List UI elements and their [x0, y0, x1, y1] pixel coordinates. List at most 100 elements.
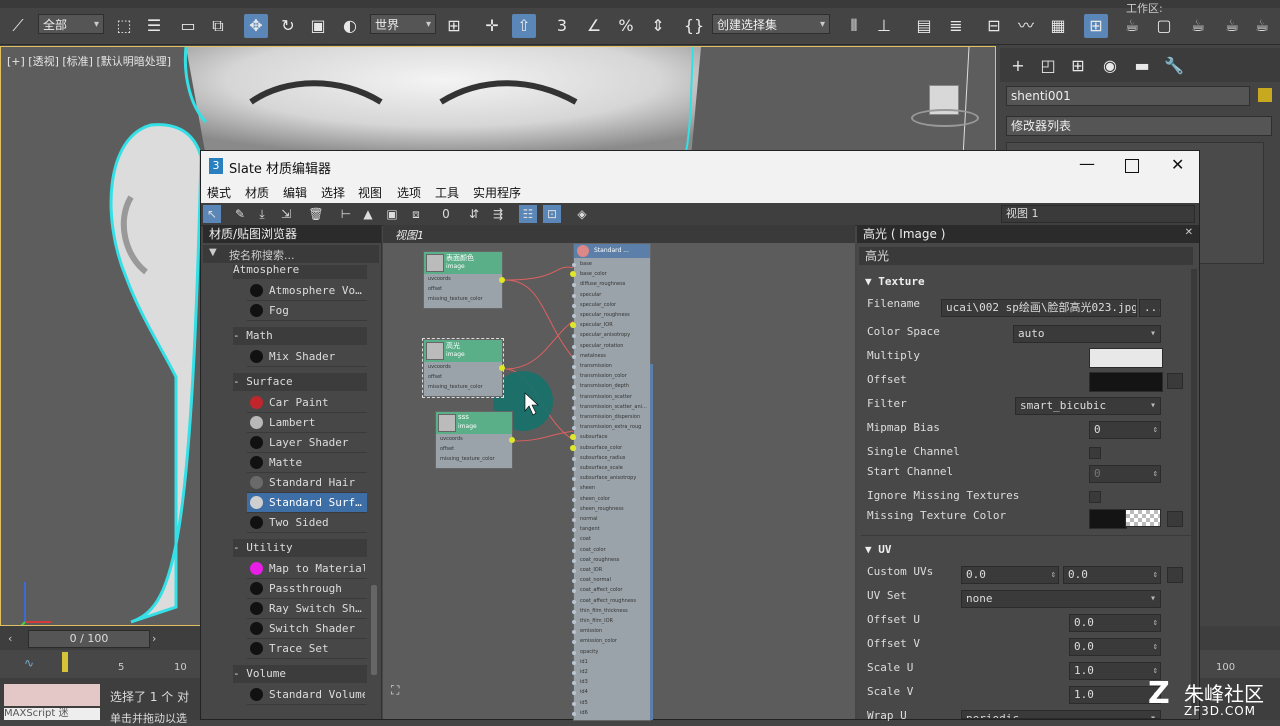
manipulate-icon[interactable]: ✛: [480, 14, 504, 38]
input-port[interactable]: specular_rotation: [580, 343, 623, 349]
show-map-icon[interactable]: ▣: [383, 205, 401, 223]
layer-explorer-icon[interactable]: ▤: [912, 14, 936, 38]
timeline-next-icon[interactable]: ›: [152, 632, 164, 646]
utilities-tab-icon[interactable]: 🔧: [1162, 54, 1186, 78]
input-port-icon[interactable]: [572, 293, 576, 298]
input-port[interactable]: base_color: [580, 271, 607, 277]
input-port[interactable]: metalness: [580, 353, 606, 359]
multiply-color-swatch[interactable]: [1089, 348, 1163, 368]
input-port[interactable]: id1: [580, 659, 588, 665]
delete-icon[interactable]: 🗑: [307, 205, 325, 223]
menu-select[interactable]: 选择: [321, 184, 345, 201]
schematic-view-icon[interactable]: ⊟: [982, 14, 1006, 38]
search-options-icon[interactable]: ▼: [209, 247, 217, 258]
menu-mode[interactable]: 模式: [207, 184, 231, 201]
input-port-icon[interactable]: [572, 528, 576, 533]
input-port-icon[interactable]: [572, 314, 576, 318]
input-port[interactable]: coat_IOR: [580, 567, 602, 573]
input-port[interactable]: opacity: [580, 649, 598, 655]
minimize-icon[interactable]: —: [1079, 154, 1095, 173]
maximize-icon[interactable]: [1125, 159, 1139, 173]
modify-tab-icon[interactable]: ◰: [1036, 54, 1060, 78]
node-port[interactable]: offset: [428, 286, 442, 292]
pivot-icon[interactable]: ⊞: [442, 14, 466, 38]
timeline-prev-icon[interactable]: ‹: [8, 632, 20, 646]
input-port[interactable]: transmission: [580, 363, 612, 369]
scale-icon[interactable]: ▣: [306, 14, 330, 38]
node-header[interactable]: sss image: [436, 412, 512, 434]
input-port[interactable]: sheen: [580, 485, 595, 491]
uv-set-dropdown[interactable]: none: [961, 590, 1161, 608]
input-port-icon[interactable]: [572, 518, 576, 522]
input-port-icon[interactable]: [572, 620, 576, 624]
image-node[interactable]: sss image uvcoords offset missing_texture_co…: [435, 411, 515, 469]
filter-dropdown[interactable]: smart_bicubic: [1015, 397, 1161, 415]
input-port-icon[interactable]: [572, 395, 576, 400]
input-port-icon[interactable]: [572, 609, 576, 614]
percent-snap-icon[interactable]: %: [614, 14, 638, 38]
input-port-icon[interactable]: [572, 354, 576, 359]
browser-item[interactable]: Switch Shader: [247, 619, 367, 639]
render-production-icon[interactable]: ☕: [1186, 14, 1210, 38]
input-port-icon[interactable]: [572, 375, 576, 380]
browser-item[interactable]: Map to Material: [247, 559, 367, 579]
render-active-icon[interactable]: ☕: [1220, 14, 1244, 38]
custom-uvs-map-button[interactable]: [1167, 567, 1183, 583]
menu-options[interactable]: 选项: [397, 184, 421, 201]
input-port[interactable]: transmission_scatter_ani...: [580, 404, 647, 410]
input-port[interactable]: transmission_depth: [580, 383, 629, 389]
input-port-icon[interactable]: [572, 599, 576, 604]
standard-surface-node[interactable]: Standard ... base base_color diffuse_roughn…: [570, 243, 653, 721]
input-port-icon[interactable]: [572, 497, 576, 502]
missing-color-swatch[interactable]: [1089, 509, 1127, 529]
input-port-icon[interactable]: [572, 344, 576, 349]
offset-map-button[interactable]: [1167, 373, 1183, 389]
navigation-icon[interactable]: ⛶: [391, 683, 415, 703]
node-port[interactable]: uvcoords: [428, 276, 451, 282]
node-header[interactable]: Standard ...: [574, 244, 650, 258]
ribbon-icon[interactable]: ≣: [944, 14, 968, 38]
browser-category[interactable]: - Volume: [233, 665, 367, 683]
image-node[interactable]: 高光 image uvcoords offset missing_texture_col…: [422, 338, 505, 398]
input-port-icon[interactable]: [572, 385, 576, 390]
input-port-icon[interactable]: [572, 711, 576, 716]
mipmap-bias-spinner[interactable]: 0: [1089, 421, 1161, 439]
browser-category[interactable]: Atmosphere: [233, 265, 367, 279]
browser-search[interactable]: ▼ 按名称搜索...: [203, 245, 379, 263]
select-tool-icon[interactable]: ↖: [203, 205, 221, 223]
curve-icon[interactable]: ∿: [24, 656, 34, 670]
start-channel-spinner[interactable]: 0: [1089, 465, 1161, 483]
input-port[interactable]: id2: [580, 669, 588, 675]
input-port[interactable]: subsurface_color: [580, 445, 622, 451]
input-port[interactable]: transmission_dispersion: [580, 414, 640, 420]
node-port[interactable]: uvcoords: [428, 364, 451, 370]
input-port-icon[interactable]: [572, 405, 576, 410]
filename-field[interactable]: ucai\002 sp绘画\脸部高光023.jpg: [941, 299, 1137, 317]
input-port[interactable]: sheen_roughness: [580, 506, 624, 512]
input-port-icon[interactable]: [572, 467, 576, 471]
input-port[interactable]: coat_affect_roughness: [580, 598, 636, 604]
material-editor-icon[interactable]: ⊞: [1084, 14, 1108, 38]
offset-v-spinner[interactable]: 0.0: [1069, 638, 1161, 656]
input-port-icon[interactable]: [572, 589, 576, 594]
node-view[interactable]: 视图1 表面颜色 image uvcoords offset missing_textu…: [383, 225, 855, 721]
input-port-icon[interactable]: [572, 426, 576, 431]
offset-u-spinner[interactable]: 0.0: [1069, 614, 1161, 632]
input-port[interactable]: coat: [580, 536, 591, 542]
input-port[interactable]: id6: [580, 710, 588, 716]
place-icon[interactable]: ◐: [338, 14, 362, 38]
input-port[interactable]: tangent: [580, 526, 600, 532]
custom-u-spinner[interactable]: 0.0: [961, 566, 1059, 584]
select-by-material-icon[interactable]: ◈: [573, 205, 591, 223]
window-titlebar[interactable]: 3 Slate 材质编辑器 — ✕: [201, 151, 1199, 181]
modifier-list-dropdown[interactable]: 修改器列表: [1006, 116, 1272, 136]
spinner-snap-icon[interactable]: ⇕: [646, 14, 670, 38]
browser-item[interactable]: Fog: [247, 301, 367, 321]
motion-tab-icon[interactable]: ◉: [1098, 54, 1122, 78]
object-name-field[interactable]: shenti001: [1006, 86, 1250, 106]
input-port-icon[interactable]: [572, 630, 576, 635]
window-crossing-icon[interactable]: ⧉: [206, 14, 230, 38]
layout-icon[interactable]: ⇵: [465, 205, 483, 223]
input-port-icon[interactable]: [572, 263, 576, 267]
input-port[interactable]: coat_affect_color: [580, 587, 622, 593]
